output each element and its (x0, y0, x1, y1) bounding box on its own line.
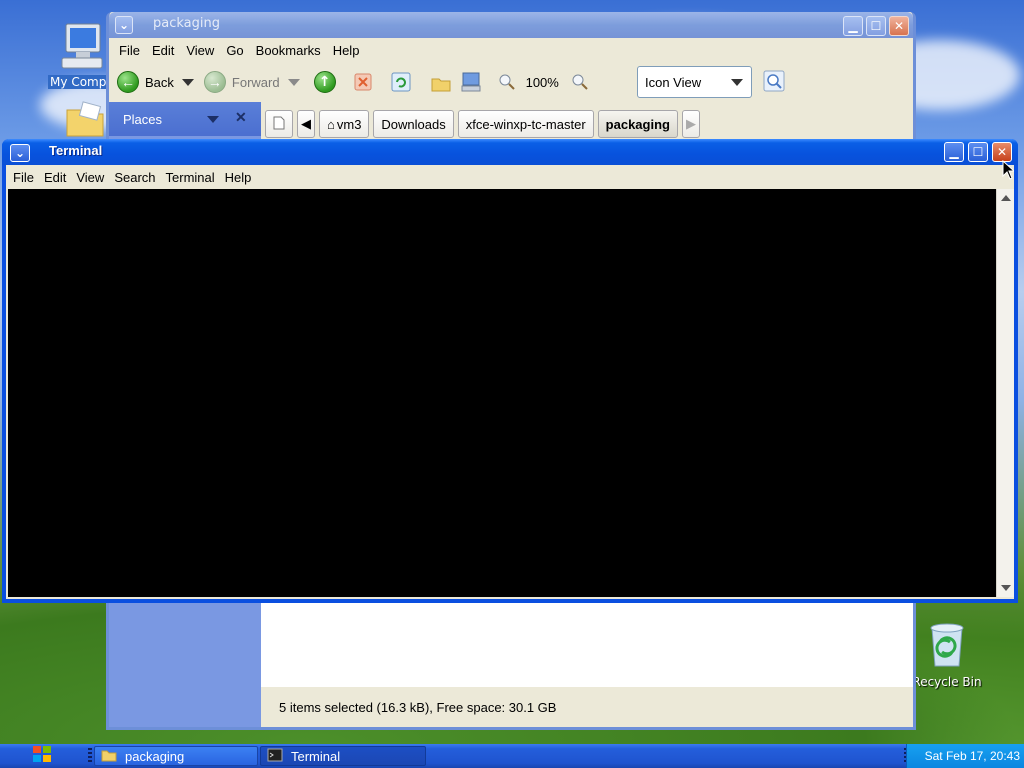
taskbar-task-packaging[interactable]: packaging (94, 746, 258, 766)
window-title: packaging (153, 16, 220, 31)
up-arrow-icon[interactable]: ↑ (313, 71, 336, 93)
start-button[interactable] (0, 744, 84, 768)
scroll-up-icon[interactable] (1001, 195, 1011, 201)
path-crumb-label: xfce-winxp-tc-master (465, 116, 586, 132)
stop-icon[interactable] (352, 71, 374, 93)
desktop-icon-recycle-bin[interactable]: Recycle Bin (907, 620, 987, 689)
terminal-icon (267, 748, 283, 765)
file-manager-toolbar: ← Back → Forward ↑ 100% Icon View (109, 62, 913, 102)
menu-help[interactable]: Help (220, 170, 257, 185)
view-mode-value: Icon View (645, 74, 702, 90)
zoom-level: 100% (525, 74, 559, 90)
taskbar-task-terminal[interactable]: Terminal (260, 746, 426, 766)
path-crumb-vm3[interactable]: ⌂ vm3 (319, 110, 370, 138)
close-icon: ✕ (893, 19, 905, 33)
system-tray: Sat Feb 17, 20:43 (906, 744, 1024, 768)
status-bar: 5 items selected (16.3 kB), Free space: … (261, 687, 913, 727)
forward-arrow-icon: → (203, 71, 226, 93)
minimize-button[interactable]: ▁ (944, 142, 964, 162)
status-text: 5 items selected (16.3 kB), Free space: … (279, 699, 557, 715)
window-menu-button[interactable]: ⌄ (10, 144, 30, 162)
path-crumb-xfce-winxp-tc-master[interactable]: xfce-winxp-tc-master (457, 110, 594, 138)
folder-icon (60, 100, 110, 143)
recycle-bin-icon (907, 620, 987, 673)
maximize-icon: ☐ (972, 145, 984, 159)
sidebar-dropdown-button[interactable] (207, 116, 219, 123)
menu-search[interactable]: Search (109, 170, 160, 185)
mouse-cursor-icon (1002, 159, 1016, 184)
sidebar-close-icon[interactable]: ✕ (235, 109, 247, 126)
maximize-button[interactable]: ☐ (968, 142, 988, 162)
taskbar-grip (88, 748, 92, 764)
search-icon[interactable] (763, 70, 785, 92)
reload-icon[interactable] (390, 71, 412, 93)
chevron-down-icon (731, 79, 743, 86)
back-arrow-icon: ← (117, 71, 139, 93)
minimize-icon: ▁ (949, 145, 959, 159)
taskbar: packaging Terminal Sat Feb 17, 20:43 (0, 744, 1024, 768)
path-bar: ◀ ⌂ vm3 Downloads xfce-winxp-tc-master p… (265, 110, 700, 138)
home-folder-icon[interactable] (430, 71, 452, 93)
chevron-left-icon: ◀ (301, 116, 311, 131)
menu-edit[interactable]: Edit (146, 43, 180, 58)
windows-logo-icon (31, 744, 53, 768)
maximize-icon: ☐ (870, 19, 882, 33)
home-icon: ⌂ (327, 116, 335, 132)
terminal-scrollbar[interactable] (996, 189, 1014, 597)
menu-go[interactable]: Go (220, 43, 249, 58)
location-toggle-button[interactable] (265, 110, 293, 138)
document-icon (273, 116, 285, 133)
menu-view[interactable]: View (180, 43, 220, 58)
terminal-titlebar[interactable]: ⌄ Terminal ▁ ☐ ✕ (2, 139, 1018, 165)
menu-help[interactable]: Help (327, 43, 366, 58)
window-menu-button[interactable]: ⌄ (115, 16, 133, 34)
path-crumb-packaging[interactable]: packaging (597, 110, 678, 138)
path-crumb-downloads[interactable]: Downloads (373, 110, 454, 138)
computer-icon[interactable] (460, 71, 482, 93)
path-crumb-label: packaging (605, 116, 670, 132)
view-mode-select[interactable]: Icon View (637, 66, 752, 98)
folder-icon (101, 748, 117, 765)
menu-edit[interactable]: Edit (39, 170, 71, 185)
file-manager-menubar: File Edit View Go Bookmarks Help (109, 38, 913, 62)
file-manager-titlebar[interactable]: ⌄ packaging ▁ ☐ ✕ (109, 12, 913, 38)
menu-terminal[interactable]: Terminal (161, 170, 220, 185)
close-button[interactable]: ✕ (889, 16, 909, 36)
close-icon: ✕ (996, 145, 1008, 159)
maximize-button[interactable]: ☐ (866, 16, 886, 36)
menu-file[interactable]: File (8, 170, 39, 185)
minimize-button[interactable]: ▁ (843, 16, 863, 36)
minimize-icon: ▁ (848, 19, 858, 33)
clock[interactable]: Sat Feb 17, 20:43 (925, 749, 1020, 763)
path-scroll-right-button[interactable]: ▶ (681, 110, 700, 138)
zoom-out-icon[interactable] (496, 71, 518, 93)
taskbar-task-label: Terminal (291, 748, 341, 764)
terminal-window[interactable]: ⌄ Terminal ▁ ☐ ✕ File Edit View Search T… (2, 139, 1018, 603)
menu-file[interactable]: File (113, 43, 146, 58)
taskbar-task-label: packaging (125, 748, 185, 764)
sidebar-header: Places ✕ (109, 102, 261, 136)
menu-view[interactable]: View (71, 170, 109, 185)
terminal-menubar: File Edit View Search Terminal Help (6, 165, 1014, 189)
forward-history-dropdown[interactable] (287, 78, 300, 86)
window-title: Terminal (49, 143, 103, 158)
path-crumb-label: vm3 (336, 116, 362, 132)
forward-label: Forward (231, 74, 280, 90)
chevron-down-icon: ⌄ (118, 18, 130, 32)
scroll-down-icon[interactable] (1001, 585, 1011, 591)
terminal-screen[interactable] (8, 189, 998, 597)
desktop-icon-label: Recycle Bin (912, 675, 982, 689)
sidebar-title: Places (123, 111, 163, 127)
menu-bookmarks[interactable]: Bookmarks (250, 43, 327, 58)
back-label: Back (145, 74, 174, 90)
path-crumb-label: Downloads (381, 116, 446, 132)
forward-button[interactable]: → Forward (203, 71, 280, 93)
chevron-right-icon: ▶ (685, 116, 696, 131)
back-history-dropdown[interactable] (181, 78, 194, 86)
back-button[interactable]: ← Back (117, 71, 174, 93)
close-button[interactable]: ✕ (992, 142, 1012, 162)
zoom-in-icon[interactable] (569, 71, 591, 93)
path-scroll-left-button[interactable]: ◀ (297, 110, 315, 138)
chevron-down-icon: ⌄ (14, 146, 26, 160)
